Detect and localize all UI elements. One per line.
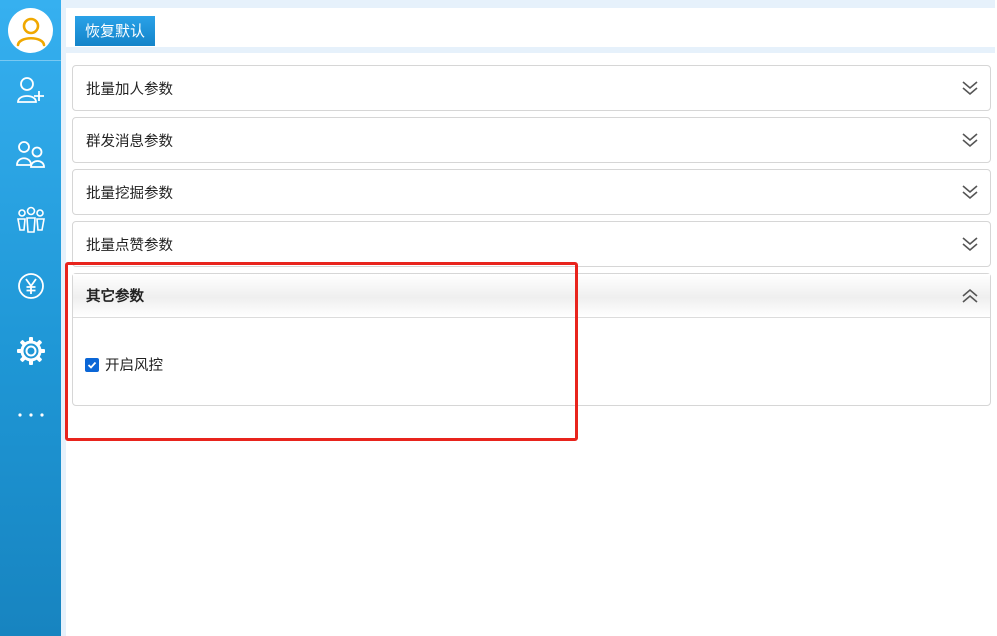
reset-defaults-button[interactable]: 恢复默认 — [75, 16, 156, 46]
add-user-icon — [16, 77, 44, 103]
yuan-icon — [17, 273, 44, 299]
more-icon — [17, 413, 44, 417]
toolbar: 恢复默认 — [66, 8, 995, 53]
risk-control-label: 开启风控 — [105, 358, 163, 374]
chevron-double-down-icon[interactable] — [961, 183, 979, 201]
panel-title: 批量加人参数 — [86, 81, 173, 98]
nav-more[interactable] — [0, 390, 61, 440]
panel-title: 批量挖掘参数 — [86, 185, 173, 202]
panel-title: 群发消息参数 — [86, 133, 173, 150]
nav-users[interactable] — [0, 129, 61, 179]
panel-header-batch-add[interactable]: 批量加人参数 — [73, 66, 990, 110]
panel-title: 其它参数 — [86, 289, 144, 305]
nav-add-user[interactable] — [0, 65, 61, 115]
panel-header-mass-message[interactable]: 群发消息参数 — [73, 118, 990, 162]
panel-header-other[interactable]: 其它参数 — [73, 274, 990, 318]
chevron-double-down-icon[interactable] — [961, 79, 979, 97]
group-icon — [16, 206, 45, 233]
panel-other: 其它参数 开启风控 — [72, 273, 991, 406]
panel-header-batch-like[interactable]: 批量点赞参数 — [73, 222, 990, 266]
chevron-double-up-icon[interactable] — [961, 287, 979, 305]
panel-batch-add: 批量加人参数 — [72, 65, 991, 111]
checkmark-icon — [87, 361, 97, 369]
panel-title: 批量点赞参数 — [86, 237, 173, 254]
sidebar — [0, 0, 61, 636]
nav-finance[interactable] — [0, 261, 61, 311]
user-icon — [16, 17, 45, 46]
nav-group[interactable] — [0, 195, 61, 245]
risk-control-option: 开启风控 — [85, 354, 163, 375]
panel-batch-like: 批量点赞参数 — [72, 221, 991, 267]
user-avatar[interactable] — [8, 8, 53, 53]
panel-batch-mining: 批量挖掘参数 — [72, 169, 991, 215]
nav-settings[interactable] — [0, 326, 61, 376]
chevron-double-down-icon[interactable] — [961, 131, 979, 149]
chevron-double-down-icon[interactable] — [961, 235, 979, 253]
users-icon — [15, 141, 45, 168]
gear-icon — [16, 337, 45, 365]
avatar-divider — [0, 60, 61, 61]
risk-control-checkbox[interactable] — [85, 357, 99, 372]
panel-mass-message: 群发消息参数 — [72, 117, 991, 163]
toolbar-top-strip — [66, 0, 995, 8]
panel-header-batch-mining[interactable]: 批量挖掘参数 — [73, 170, 990, 214]
